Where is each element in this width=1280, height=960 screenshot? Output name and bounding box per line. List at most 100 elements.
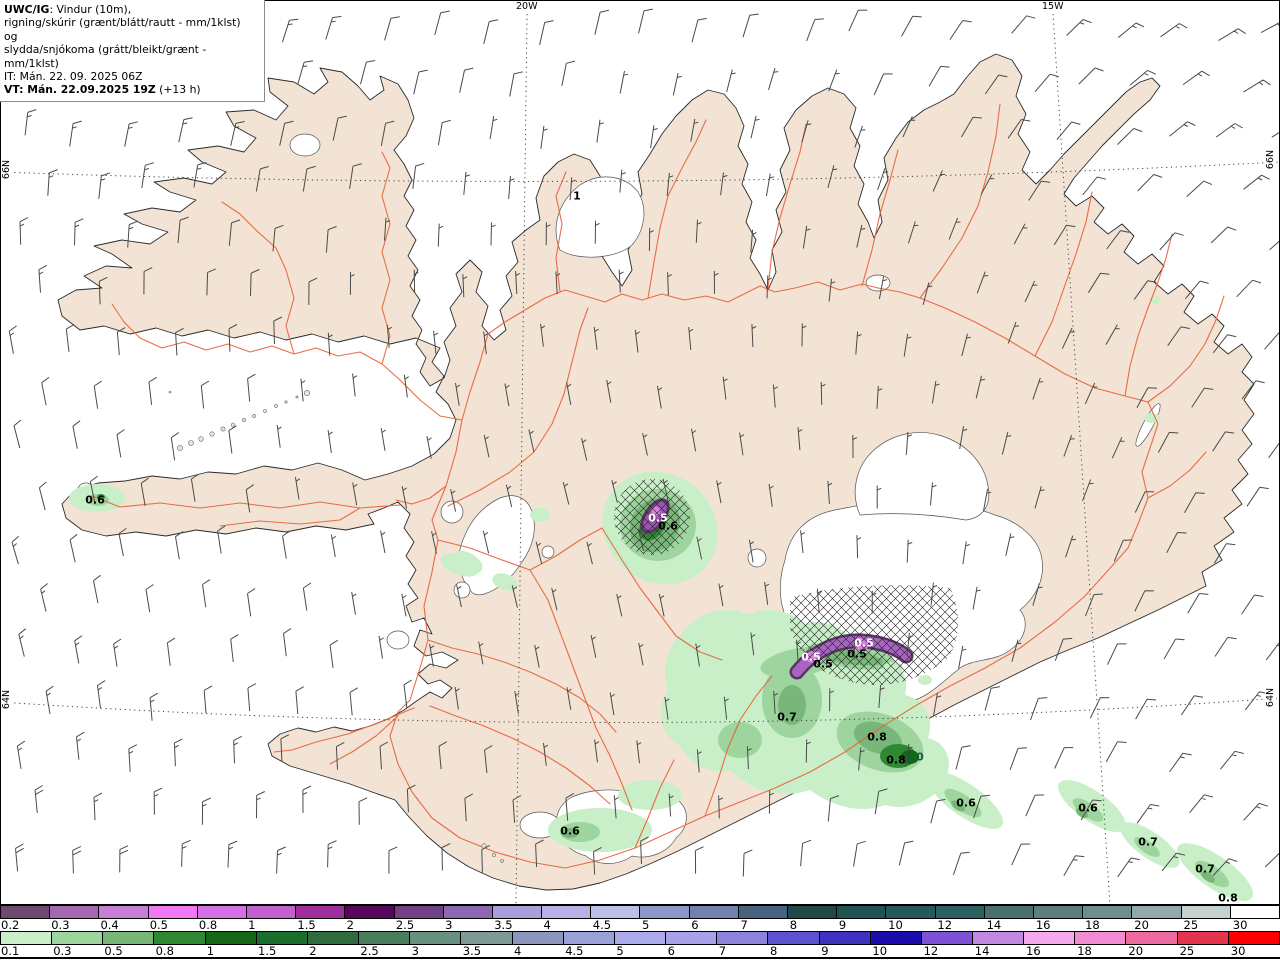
scale-label: 0.2 — [1, 918, 20, 932]
scale-label: 14 — [974, 944, 990, 958]
precip-value-label: 0.7 — [1138, 835, 1158, 849]
scale-cell-30 — [1230, 906, 1280, 918]
scale-label: 3 — [445, 918, 453, 932]
scale-label: 7 — [718, 944, 727, 958]
scale-cell-5 — [640, 906, 690, 918]
legend-scales: 0.2 0.3 0.4 0.5 0.8 1 1.5 2 2.5 3 3.5 4 4.5 5 6 7 8 9 10 12… — [0, 905, 1280, 959]
precip-value-label: 1 — [573, 189, 581, 203]
scale-cell-2.5 — [394, 906, 444, 918]
scale-cell-10 — [886, 906, 936, 918]
scale-cell-8 — [768, 932, 820, 944]
scale-label: 12 — [937, 918, 953, 932]
scale-label: 18 — [1085, 918, 1100, 932]
scale-label: 1.5 — [258, 944, 277, 958]
scale-cell-16 — [1024, 932, 1076, 944]
scale-cell-30 — [1228, 932, 1280, 944]
lake-myvatn — [865, 274, 891, 292]
glacier-thorisjokull — [453, 581, 471, 599]
scale-cell-4.5 — [563, 932, 615, 944]
scale-cell-9 — [837, 906, 887, 918]
scale-label: 3.5 — [494, 918, 513, 932]
scale-cell-3.5 — [492, 906, 543, 918]
scale-label: 8 — [770, 944, 778, 958]
scale-cell-18 — [1083, 906, 1133, 918]
scale-cell-1.5 — [256, 932, 308, 944]
scale-cell-18 — [1075, 932, 1127, 944]
scale-cell-10 — [870, 932, 922, 944]
scale-label: 2 — [346, 918, 354, 932]
scale-label: 25 — [1183, 918, 1199, 932]
scale-label: 2 — [309, 944, 317, 958]
scale-cell-4.5 — [591, 906, 641, 918]
precip-value-label: 0.7 — [1195, 862, 1215, 876]
precip-value-label: 0.8 — [886, 753, 906, 767]
scale-cell-0.5 — [148, 906, 198, 918]
scale-label: 0.8 — [155, 944, 174, 958]
sleet-snow-colorbar — [0, 905, 1280, 919]
precip-value-label: 0.6 — [560, 824, 580, 838]
scale-label: 18 — [1077, 944, 1092, 958]
scale-label: 4 — [543, 918, 551, 932]
scale-label: 12 — [923, 944, 939, 958]
lake-thingvallavatn — [386, 630, 410, 650]
scale-label: 5 — [642, 918, 650, 932]
scale-label: 3.5 — [462, 944, 482, 958]
glacier-drangajokull — [289, 133, 321, 157]
title-line-2: rigning/skúrir (grænt/blátt/rautt - mm/1… — [4, 16, 241, 43]
scale-cell-7 — [738, 906, 788, 918]
map-area: 0.6 1 0.5 0.6 0.5 0.5 0.5 0.5 0.7 0.8 0.8 1.0 0.6 0.6… — [0, 0, 1280, 905]
scale-cell-8 — [788, 906, 838, 918]
weather-map-stage: 0.6 1 0.5 0.6 0.5 0.5 0.5 0.5 0.7 0.8 0.8 1.0 0.6 0.6… — [0, 0, 1280, 960]
scale-cell-3 — [443, 906, 493, 918]
precip-value-label: 0.7 — [777, 710, 797, 724]
scale-label: 14 — [986, 918, 1002, 932]
scale-label: 20 — [1128, 944, 1144, 958]
precip-value-label: 0.6 — [1078, 801, 1098, 815]
scale-label: 7 — [740, 918, 748, 932]
precip-value-label: 0.8 — [1218, 891, 1238, 905]
scale-cell-2.5 — [359, 932, 411, 944]
rain-colorbar — [0, 931, 1280, 945]
scale-label: 2.5 — [395, 918, 415, 932]
scale-cell-25 — [1177, 932, 1229, 944]
title-line-3: slydda/snjókoma (grátt/bleikt/grænt - mm… — [4, 43, 207, 70]
scale-label: 10 — [872, 944, 888, 958]
scale-cell-6 — [666, 932, 718, 944]
graticule-label-66n: 66N — [1265, 148, 1277, 171]
scale-label: 3 — [411, 944, 419, 958]
scale-label: 0.8 — [198, 918, 218, 932]
scale-cell-7 — [717, 932, 769, 944]
scale-label: 1 — [206, 944, 215, 958]
scale-cell-5 — [614, 932, 667, 944]
scale-label: 25 — [1179, 944, 1195, 958]
precip-value-label: 0.6 — [85, 493, 105, 507]
scale-label: 9 — [838, 918, 847, 932]
scale-cell-14 — [984, 906, 1034, 918]
title-line-5: VT: Mán. 22.09.2025 19Z (+13 h) — [4, 83, 201, 97]
scale-label: 30 — [1230, 944, 1246, 958]
scale-label: 1 — [248, 918, 256, 932]
scale-label: 4 — [514, 944, 522, 958]
scale-label: 10 — [888, 918, 903, 932]
scale-cell-3.5 — [461, 932, 513, 944]
scale-cell-1 — [205, 932, 257, 944]
scale-cell-25 — [1181, 906, 1231, 918]
scale-label: 8 — [789, 918, 798, 932]
precip-value-label: 0.8 — [867, 730, 887, 744]
scale-label: 4.5 — [592, 918, 612, 932]
scale-label: 6 — [691, 918, 699, 932]
iceland-map-svg — [0, 0, 1280, 905]
scale-label: 16 — [1026, 944, 1041, 958]
scale-cell-3 — [410, 932, 462, 944]
scale-label: 0.3 — [53, 944, 72, 958]
graticule-label-64n: 64N — [1, 688, 13, 711]
scale-label: 9 — [821, 944, 829, 958]
glacier-tungnafellsjokull — [747, 548, 767, 568]
scale-cell-9 — [819, 932, 871, 944]
scale-label: 0.3 — [51, 918, 70, 932]
title-line-1: UWC/IG: Vindur (10m), — [4, 3, 132, 16]
rain-colorbar-labels: 0.1 0.3 0.5 0.8 1 1.5 2 2.5 3 3.5 4 4.5 5 6 7 8 9 10 12 14 1… — [0, 944, 1280, 958]
scale-cell-14 — [972, 932, 1025, 944]
scale-cell-4 — [542, 906, 592, 918]
scale-cell-12 — [921, 932, 973, 944]
